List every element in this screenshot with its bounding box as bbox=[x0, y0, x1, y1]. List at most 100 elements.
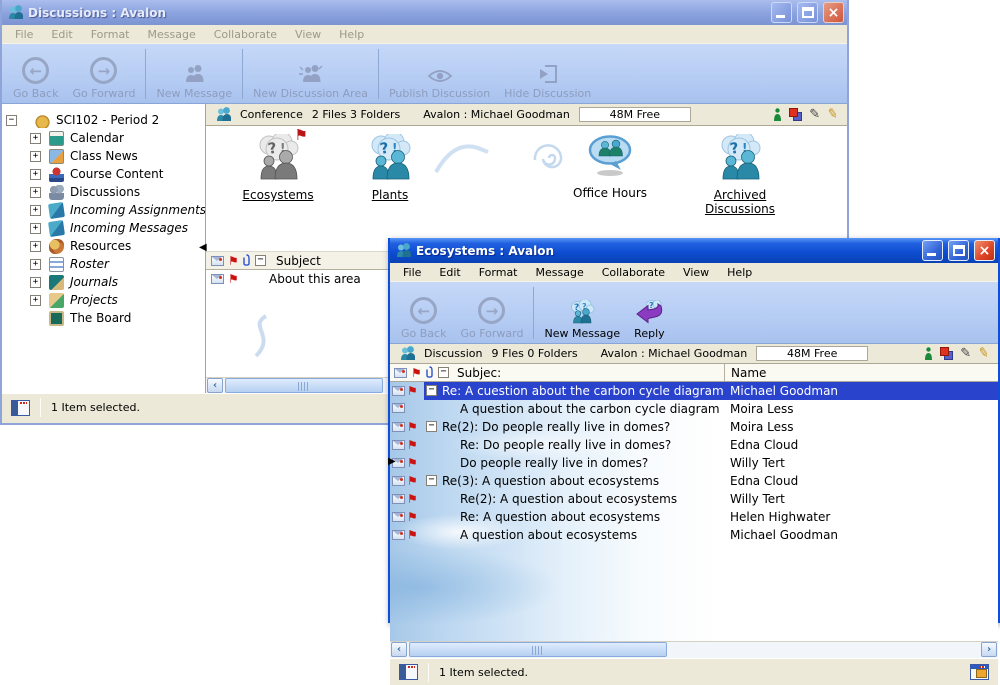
go-back-button[interactable]: ← Go Back bbox=[394, 285, 453, 341]
expand-pane-arrow[interactable]: ▶ bbox=[388, 457, 396, 467]
discussions-menubar: FileEditFormatMessageCollaborateViewHelp bbox=[2, 25, 847, 44]
menu-edit[interactable]: Edit bbox=[42, 26, 81, 43]
area-label[interactable]: Plants bbox=[372, 188, 409, 202]
tree-item-class-news[interactable]: +Class News bbox=[2, 147, 205, 165]
expand-icon[interactable]: + bbox=[30, 259, 41, 270]
menu-help[interactable]: Help bbox=[330, 26, 373, 43]
menu-message[interactable]: Message bbox=[527, 264, 593, 281]
tree-item-course-content[interactable]: +Course Content bbox=[2, 165, 205, 183]
list-header[interactable]: ⚑ − Subjec: Name bbox=[390, 364, 998, 382]
expand-icon[interactable]: + bbox=[30, 277, 41, 288]
message-row[interactable]: ⚑−Re: A cuestion about the carbon cycle … bbox=[390, 382, 998, 400]
go-back-button[interactable]: ← Go Back bbox=[6, 47, 65, 101]
area-ecosystems[interactable]: ⚑ Ecosystems bbox=[218, 134, 338, 203]
message-row[interactable]: ⚑−Re(2): Do people really live in domes?… bbox=[390, 418, 998, 436]
area-label[interactable]: Archived Discussions bbox=[680, 188, 800, 216]
collapse-icon[interactable]: − bbox=[6, 115, 17, 126]
menu-format[interactable]: Format bbox=[82, 26, 139, 43]
reply-button[interactable]: ? Reply bbox=[627, 285, 671, 341]
scroll-right-icon[interactable]: › bbox=[981, 642, 997, 657]
message-subject: A question about the carbon cycle diagra… bbox=[460, 402, 720, 416]
expand-icon[interactable]: + bbox=[30, 133, 41, 144]
discussions-titlebar[interactable]: Discussions : Avalon × bbox=[2, 0, 847, 25]
tree-item-journals[interactable]: +Journals bbox=[2, 273, 205, 291]
area-label[interactable]: Ecosystems bbox=[242, 188, 313, 202]
message-row[interactable]: ⚑Do people really live in domes?Willy Te… bbox=[390, 454, 998, 472]
expand-icon[interactable]: + bbox=[30, 205, 41, 216]
close-button[interactable]: × bbox=[823, 2, 844, 23]
message-row[interactable]: ⚑−Re(3): A question about ecosystemsEdna… bbox=[390, 472, 998, 490]
scroll-thumb[interactable] bbox=[409, 642, 667, 657]
tree-item-incoming-messages[interactable]: +Incoming Messages bbox=[2, 219, 205, 237]
message-row[interactable]: ⚑Re: A question about ecosystemsHelen Hi… bbox=[390, 508, 998, 526]
new-discussion-area-button[interactable]: New Discussion Area bbox=[246, 47, 375, 101]
menu-view[interactable]: View bbox=[286, 26, 330, 43]
scroll-thumb[interactable] bbox=[225, 378, 383, 393]
hide-discussion-button[interactable]: Hide Discussion bbox=[497, 47, 598, 101]
list-hscrollbar[interactable]: ‹ › bbox=[390, 641, 998, 658]
tree-item-roster[interactable]: +Roster bbox=[2, 255, 205, 273]
go-forward-button[interactable]: → Go Forward bbox=[65, 47, 142, 101]
maximize-button[interactable] bbox=[948, 240, 969, 261]
collapse-all-icon[interactable]: − bbox=[255, 255, 266, 266]
menu-format[interactable]: Format bbox=[470, 264, 527, 281]
collapse-thread-icon[interactable]: − bbox=[426, 385, 437, 396]
minimize-button[interactable] bbox=[922, 240, 943, 261]
area-label[interactable]: Office Hours bbox=[573, 186, 647, 200]
row-icons: ⚑ bbox=[392, 511, 417, 523]
menu-message[interactable]: Message bbox=[139, 26, 205, 43]
menu-file[interactable]: File bbox=[394, 264, 430, 281]
name-column-label[interactable]: Name bbox=[724, 364, 766, 381]
split-pane-icon[interactable] bbox=[11, 400, 30, 416]
message-row[interactable]: ⚑A question about ecosystemsMichael Good… bbox=[390, 526, 998, 544]
scroll-left-icon[interactable]: ‹ bbox=[391, 642, 407, 657]
menu-collaborate[interactable]: Collaborate bbox=[593, 264, 674, 281]
minimize-button[interactable] bbox=[771, 2, 792, 23]
collapse-all-icon[interactable]: − bbox=[438, 367, 449, 378]
tree-item-the-board[interactable]: The Board bbox=[2, 309, 205, 327]
hide-door-icon bbox=[537, 64, 559, 84]
new-message-button[interactable]: ? ? New Message bbox=[537, 285, 627, 341]
menu-help[interactable]: Help bbox=[718, 264, 761, 281]
container-kind: Discussion bbox=[424, 347, 483, 360]
tree-item-projects[interactable]: +Projects bbox=[2, 291, 205, 309]
expand-icon[interactable]: + bbox=[30, 295, 41, 306]
collapse-thread-icon[interactable]: − bbox=[426, 475, 437, 486]
expand-icon[interactable]: + bbox=[30, 169, 41, 180]
publish-discussion-button[interactable]: Publish Discussion bbox=[382, 47, 497, 101]
new-discussion-area-icon bbox=[297, 64, 325, 84]
go-forward-button[interactable]: → Go Forward bbox=[453, 285, 530, 341]
expand-icon[interactable]: + bbox=[30, 151, 41, 162]
expand-icon[interactable]: + bbox=[30, 187, 41, 198]
tree-item-calendar[interactable]: +Calendar bbox=[2, 129, 205, 147]
menu-edit[interactable]: Edit bbox=[430, 264, 469, 281]
expand-icon[interactable]: + bbox=[30, 241, 41, 252]
area-office-hours[interactable]: Office Hours bbox=[550, 134, 670, 201]
area-plants[interactable]: Plants bbox=[330, 134, 450, 203]
close-button[interactable]: × bbox=[974, 240, 995, 261]
menu-view[interactable]: View bbox=[674, 264, 718, 281]
collapse-thread-icon[interactable]: − bbox=[426, 421, 437, 432]
menu-file[interactable]: File bbox=[6, 26, 42, 43]
maximize-button[interactable] bbox=[797, 2, 818, 23]
new-message-button[interactable]: New Message bbox=[149, 47, 239, 101]
scroll-left-icon[interactable]: ‹ bbox=[207, 378, 223, 393]
area-archived-discussions[interactable]: Archived Discussions bbox=[680, 134, 800, 217]
message-row[interactable]: ⚑Re(2): A question about ecosystemsWilly… bbox=[390, 490, 998, 508]
message-row[interactable]: ⚑Re: Do people really live in domes?Edna… bbox=[390, 436, 998, 454]
message-author: Willy Tert bbox=[730, 456, 785, 470]
tree-item-discussions[interactable]: + Discussions bbox=[2, 183, 205, 201]
split-pane-icon[interactable] bbox=[399, 664, 418, 680]
collapse-tree-pane-arrow[interactable]: ◀ bbox=[199, 243, 207, 253]
menu-collaborate[interactable]: Collaborate bbox=[205, 26, 286, 43]
view-mode-icon[interactable] bbox=[970, 664, 989, 680]
tree-item-label: Discussions bbox=[70, 185, 140, 199]
tree-item-incoming-assignments[interactable]: +Incoming Assignments bbox=[2, 201, 205, 219]
message-row[interactable]: A question about the carbon cycle diagra… bbox=[390, 400, 998, 418]
expand-icon[interactable]: + bbox=[30, 223, 41, 234]
ecosystems-titlebar[interactable]: Ecosystems : Avalon × bbox=[390, 238, 998, 263]
tree-item-resources[interactable]: +Resources bbox=[2, 237, 205, 255]
subject-column-label[interactable]: Subjec: bbox=[457, 366, 501, 380]
tree-item-sci102-period-2[interactable]: − SCI102 - Period 2 bbox=[2, 111, 205, 129]
maximize-icon bbox=[953, 245, 965, 256]
